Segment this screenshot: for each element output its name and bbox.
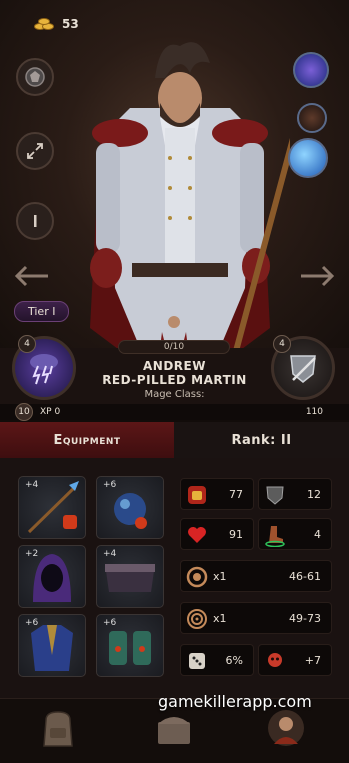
- hero-class: Mage Class:: [144, 389, 205, 400]
- tab-equipment[interactable]: Equipment: [0, 422, 174, 458]
- right-skill-level: 4: [273, 335, 291, 353]
- stat-bonus: +7: [258, 644, 332, 676]
- hero-progress: 0/10: [118, 340, 230, 354]
- backpack-icon[interactable]: [36, 706, 80, 750]
- heart-icon: [188, 527, 206, 543]
- slot-level: +4: [103, 549, 117, 559]
- next-hero-arrow-icon[interactable]: [297, 262, 337, 290]
- shield-icon: [266, 486, 284, 505]
- hero-character: [90, 42, 290, 348]
- info-button[interactable]: [16, 202, 54, 240]
- ranged-target-icon: [187, 609, 207, 629]
- fist-icon: [188, 486, 206, 504]
- left-skill-level: 4: [18, 335, 36, 353]
- xp-current: XP 0: [40, 407, 61, 417]
- boot-icon: [265, 526, 285, 547]
- equipment-slot-offhand[interactable]: +6: [96, 476, 164, 539]
- staff-skill-icon[interactable]: [297, 103, 327, 133]
- hero-first-name: ANDREW: [143, 359, 206, 373]
- slot-level: +2: [25, 549, 39, 559]
- expand-icon: [27, 143, 43, 159]
- hero-last-name: RED-PILLED MARTIN: [102, 373, 247, 387]
- stat-health: 91: [180, 518, 254, 550]
- stat-melee-damage: x1 46-61: [180, 560, 332, 592]
- equipment-slot-weapon[interactable]: +4: [18, 476, 86, 539]
- water-orb-icon[interactable]: [288, 138, 328, 178]
- emblem-button[interactable]: [16, 58, 54, 96]
- slot-level: +6: [103, 618, 117, 628]
- expand-button[interactable]: [16, 132, 54, 170]
- tier-badge[interactable]: Tier I: [14, 301, 70, 322]
- equipment-slot-belt[interactable]: +4: [96, 545, 164, 608]
- dice-icon: [189, 653, 205, 669]
- xp-max: 110: [305, 407, 323, 417]
- tab-rank[interactable]: Rank: II: [174, 422, 349, 458]
- previous-hero-arrow-icon[interactable]: [12, 262, 52, 290]
- xp-level-badge: 10: [15, 403, 33, 421]
- slot-level: +6: [103, 480, 117, 490]
- slot-level: +6: [25, 618, 39, 628]
- slot-level: +4: [25, 480, 39, 490]
- stat-speed: 4: [258, 518, 332, 550]
- melee-range-icon: [186, 566, 208, 588]
- equipment-slot-head[interactable]: +2: [18, 545, 86, 608]
- gold-currency: 53: [34, 16, 79, 32]
- stat-attack: 77: [180, 478, 254, 510]
- hero-portrait-nav-icon[interactable]: [264, 706, 308, 750]
- stat-crit: 6%: [180, 644, 254, 676]
- gold-coins-icon: [34, 16, 56, 32]
- gold-amount: 53: [62, 17, 79, 31]
- watermark: gamekillerapp.com: [158, 692, 312, 711]
- emblem-icon: [25, 67, 45, 87]
- chest-icon[interactable]: [152, 706, 196, 750]
- stat-ranged-damage: x1 49-73: [180, 602, 332, 634]
- skull-icon: [268, 653, 282, 667]
- equipment-slot-armor[interactable]: +6: [18, 614, 86, 677]
- stat-defense: 12: [258, 478, 332, 510]
- lightning-orb-icon[interactable]: [293, 52, 329, 88]
- equipment-slot-gloves[interactable]: +6: [96, 614, 164, 677]
- info-icon: [34, 215, 37, 227]
